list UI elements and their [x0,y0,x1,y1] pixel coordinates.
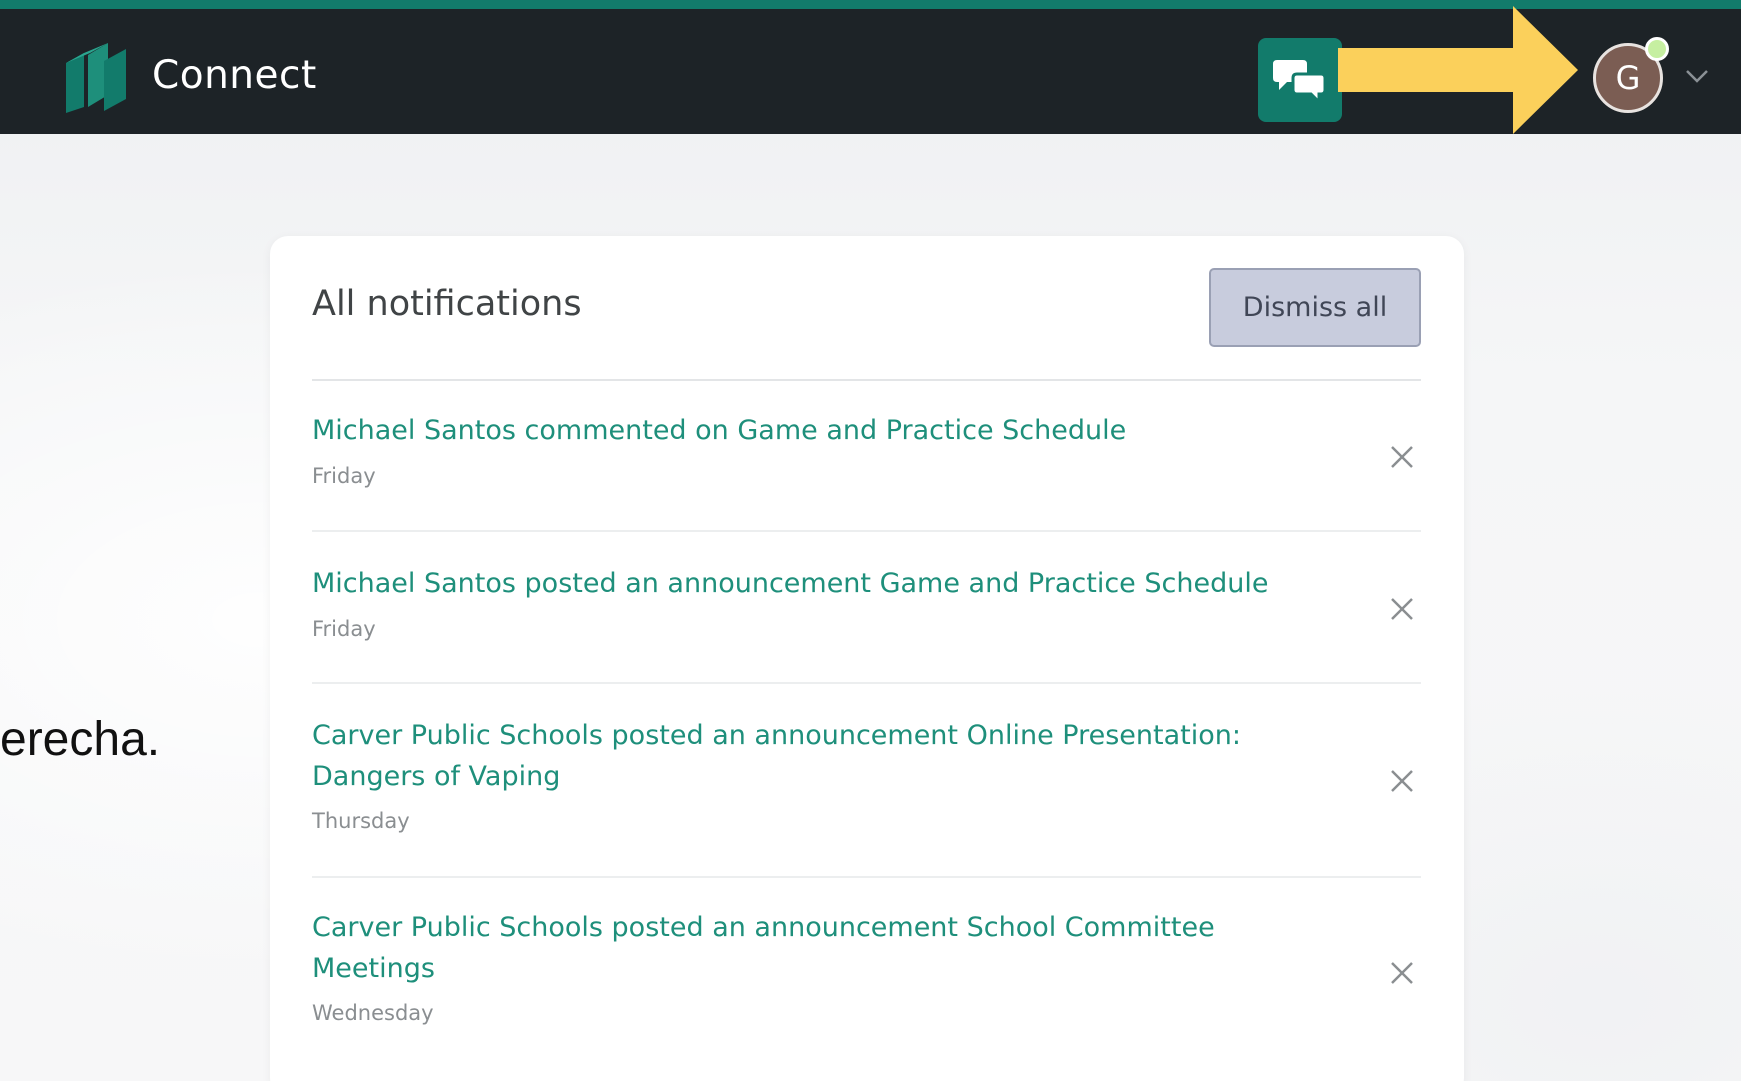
header-divider [312,379,1421,381]
notification-day: Thursday [312,809,410,833]
close-icon[interactable] [1387,594,1417,624]
chevron-down-icon[interactable] [1684,67,1710,85]
notification-separator [312,530,1421,532]
close-icon[interactable] [1387,442,1417,472]
notifications-title: All notifications [312,284,582,324]
online-status-dot [1645,37,1669,61]
notification-link[interactable]: Carver Public Schools posted an announce… [312,907,1272,989]
books-logo-icon[interactable] [64,39,130,113]
notification-link[interactable]: Carver Public Schools posted an announce… [312,715,1272,797]
side-text-fragment: erecha. [0,713,161,766]
arrow-right-icon [1338,6,1578,134]
notification-separator [312,876,1421,878]
notification-day: Friday [312,464,376,488]
close-icon[interactable] [1387,958,1417,988]
app-title: Connect [152,53,317,98]
notification-link[interactable]: Michael Santos posted an announcement Ga… [312,563,1312,604]
dismiss-all-button[interactable]: Dismiss all [1209,268,1421,347]
notification-link[interactable]: Michael Santos commented on Game and Pra… [312,410,1312,451]
notification-separator [312,682,1421,684]
notification-day: Friday [312,617,376,641]
notification-day: Wednesday [312,1001,434,1025]
close-icon[interactable] [1387,766,1417,796]
notifications-card: All notifications Dismiss all Michael Sa… [270,236,1464,1081]
chat-button[interactable] [1258,38,1342,122]
chat-bubbles-icon [1273,60,1327,104]
